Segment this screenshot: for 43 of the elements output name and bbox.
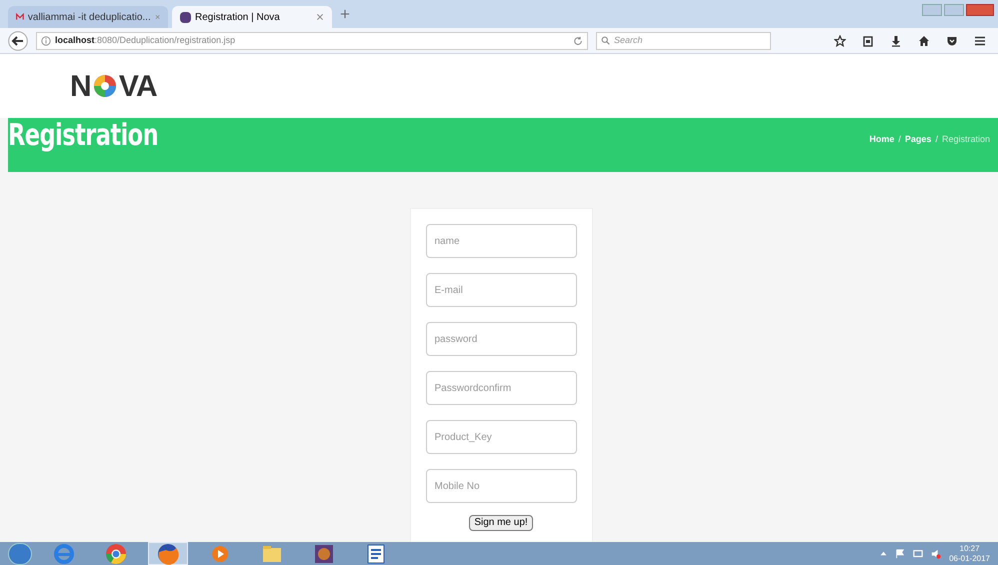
star-icon[interactable] (834, 34, 846, 46)
home-icon[interactable] (918, 34, 930, 46)
site-icon (180, 12, 191, 22)
close-icon[interactable] (316, 13, 324, 21)
input-field[interactable]: Mobile No (426, 469, 576, 503)
reload-icon[interactable] (573, 36, 583, 46)
download-icon[interactable] (890, 34, 902, 46)
search-placeholder: Search (614, 34, 643, 47)
breadcrumb-separator: / (898, 133, 901, 146)
flag-icon[interactable] (895, 548, 906, 558)
speaker-icon[interactable] (931, 548, 942, 558)
back-icon[interactable] (8, 30, 28, 50)
info-icon (41, 36, 51, 46)
tab-title: Registration | Nova (195, 10, 281, 24)
input-field[interactable]: name (426, 224, 576, 258)
tray-arrow-icon[interactable] (880, 550, 888, 557)
sign-up-button[interactable]: Sign me up! (469, 515, 533, 531)
address-field[interactable]: localhost:8080/Deduplication/registration.jsp (36, 32, 588, 50)
browser-tab[interactable]: valliammai -it deduplicatio... (8, 6, 168, 28)
breadcrumb-separator: / (935, 133, 938, 146)
start-button[interactable] (8, 542, 32, 564)
pocket-icon[interactable] (946, 34, 958, 46)
taskbar-button[interactable] (148, 542, 188, 565)
clipboard-icon[interactable] (862, 34, 874, 46)
clock-date: 06-01-2017 (949, 554, 990, 564)
close-icon[interactable] (154, 13, 160, 21)
browser-icon (104, 542, 128, 565)
url-text: localhost:8080/Deduplication/registration.jsp (55, 34, 236, 47)
tab-title: valliammai -it deduplicatio... (28, 10, 151, 24)
input-field[interactable]: E-mail (426, 273, 576, 307)
nova-logo: N VA (70, 68, 157, 104)
browser-tab[interactable]: Registration | Nova (172, 6, 332, 28)
search-icon (601, 36, 610, 45)
new-tab-icon[interactable] (340, 9, 350, 19)
network-icon[interactable] (913, 548, 924, 558)
page-title: Registration (8, 118, 158, 154)
input-field[interactable]: Product_Key (426, 420, 576, 454)
input-field[interactable]: Passwordconfirm (426, 371, 576, 405)
browser-icon (52, 542, 76, 565)
browser-icon (156, 542, 180, 565)
clock-time: 10:27 (960, 544, 980, 554)
input-field[interactable]: password (426, 322, 576, 356)
menu-icon[interactable] (974, 34, 986, 46)
